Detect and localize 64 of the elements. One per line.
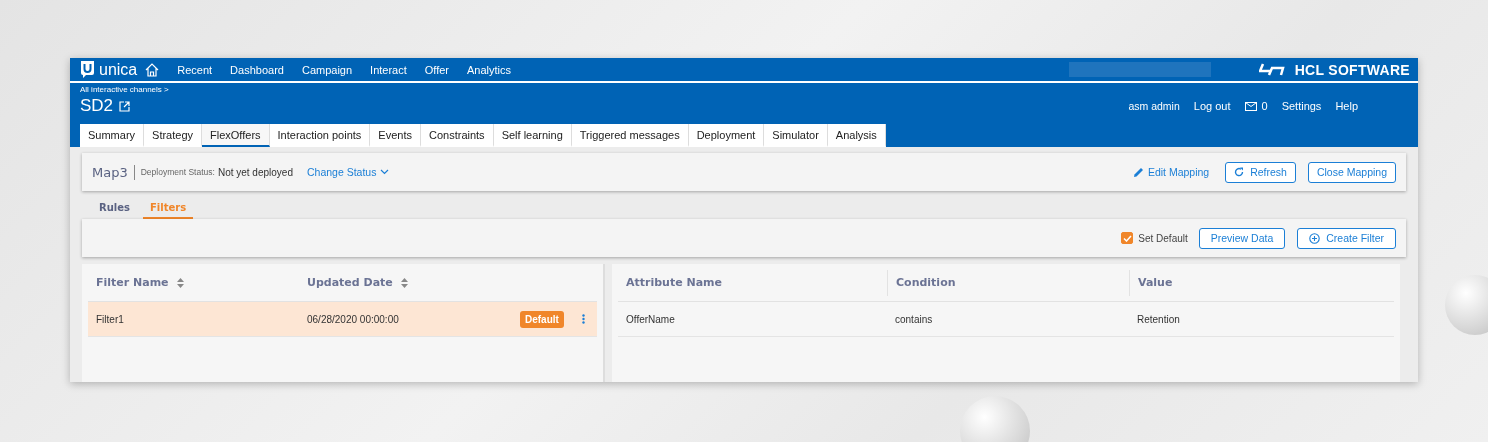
home-icon[interactable] bbox=[145, 62, 160, 77]
column-header: Value bbox=[1129, 269, 1391, 296]
column-header[interactable]: Filter Name bbox=[88, 269, 299, 296]
sort-icon[interactable] bbox=[400, 277, 408, 288]
logout-link[interactable]: Log out bbox=[1193, 100, 1231, 112]
tab[interactable]: FlexOffers bbox=[202, 124, 270, 147]
more-icon[interactable] bbox=[581, 314, 585, 324]
breadcrumb-link[interactable]: All interactive channels > bbox=[80, 85, 169, 94]
create-filter-button[interactable]: Create Filter bbox=[1297, 227, 1396, 249]
table-cell-text: Retention bbox=[1136, 313, 1181, 325]
settings-link[interactable]: Settings bbox=[1281, 100, 1322, 112]
tab[interactable]: Strategy bbox=[144, 124, 203, 147]
chevron-down-icon bbox=[380, 169, 390, 175]
tab[interactable]: Interaction points bbox=[269, 124, 371, 147]
preview-data-button[interactable]: Preview Data bbox=[1198, 227, 1286, 249]
plus-circle-icon bbox=[1309, 232, 1321, 244]
nav-link[interactable]: Campaign bbox=[301, 63, 353, 76]
nav-link[interactable]: Dashboard bbox=[230, 63, 284, 76]
tab[interactable]: Simulator bbox=[764, 124, 828, 147]
product-name: unica bbox=[99, 60, 138, 79]
refresh-icon bbox=[1234, 167, 1245, 177]
brand-name: HCL SOFTWARE bbox=[1294, 61, 1410, 78]
tab[interactable]: Deployment bbox=[688, 124, 765, 147]
column-header: Attribute Name bbox=[625, 275, 724, 291]
pencil-icon bbox=[1132, 166, 1144, 178]
filter-row[interactable]: Filter1 06/28/2020 00:00:00 Default bbox=[88, 302, 597, 337]
tab[interactable]: Constraints bbox=[421, 124, 494, 147]
edit-mapping-button[interactable]: Edit Mapping bbox=[1132, 166, 1210, 178]
close-mapping-button[interactable]: Close Mapping bbox=[1307, 161, 1396, 183]
status-label: Deployment Status: bbox=[140, 167, 215, 177]
default-badge: Default bbox=[520, 310, 564, 328]
nav-link[interactable]: Interact bbox=[370, 63, 407, 76]
table-cell-text: contains bbox=[894, 313, 934, 325]
sort-icon[interactable] bbox=[176, 277, 184, 288]
tab[interactable]: Self learning bbox=[493, 124, 572, 147]
nav-link[interactable]: Analytics bbox=[467, 63, 512, 76]
sub-tab[interactable]: Rules bbox=[92, 202, 137, 219]
tab[interactable]: Events bbox=[370, 124, 421, 147]
status-value: Not yet deployed bbox=[217, 166, 293, 178]
external-link-icon[interactable] bbox=[119, 100, 131, 112]
channel-title: SD2 bbox=[80, 96, 114, 116]
help-link[interactable]: Help bbox=[1335, 100, 1358, 112]
logo-icon bbox=[80, 61, 95, 78]
table-cell-text: OfferName bbox=[625, 313, 676, 325]
brand-icon bbox=[1258, 63, 1285, 76]
table-cell-text: 06/28/2020 00:00:00 bbox=[306, 313, 400, 325]
mail-icon bbox=[1244, 101, 1257, 111]
tab[interactable]: Analysis bbox=[827, 124, 886, 147]
table-cell-text: Filter1 bbox=[95, 313, 125, 325]
tab[interactable]: Summary bbox=[80, 124, 145, 147]
messages-link[interactable]: 0 bbox=[1244, 100, 1268, 112]
set-default-label: Set Default bbox=[1138, 232, 1188, 244]
search-field[interactable] bbox=[1068, 62, 1211, 77]
user-name: asm admin bbox=[1128, 100, 1180, 112]
refresh-button[interactable]: Refresh bbox=[1225, 161, 1296, 183]
column-header: Condition bbox=[887, 269, 1129, 296]
nav-link[interactable]: Recent bbox=[177, 63, 213, 76]
tab[interactable]: Triggered messages bbox=[571, 124, 689, 147]
set-default-checkbox[interactable] bbox=[1121, 232, 1134, 244]
logo[interactable]: unica bbox=[80, 60, 138, 79]
column-header[interactable]: Updated Date bbox=[299, 269, 519, 296]
nav-link[interactable]: Offer bbox=[424, 63, 450, 76]
change-status-button[interactable]: Change Status bbox=[306, 166, 390, 178]
mapping-name: Map3 bbox=[92, 164, 135, 180]
